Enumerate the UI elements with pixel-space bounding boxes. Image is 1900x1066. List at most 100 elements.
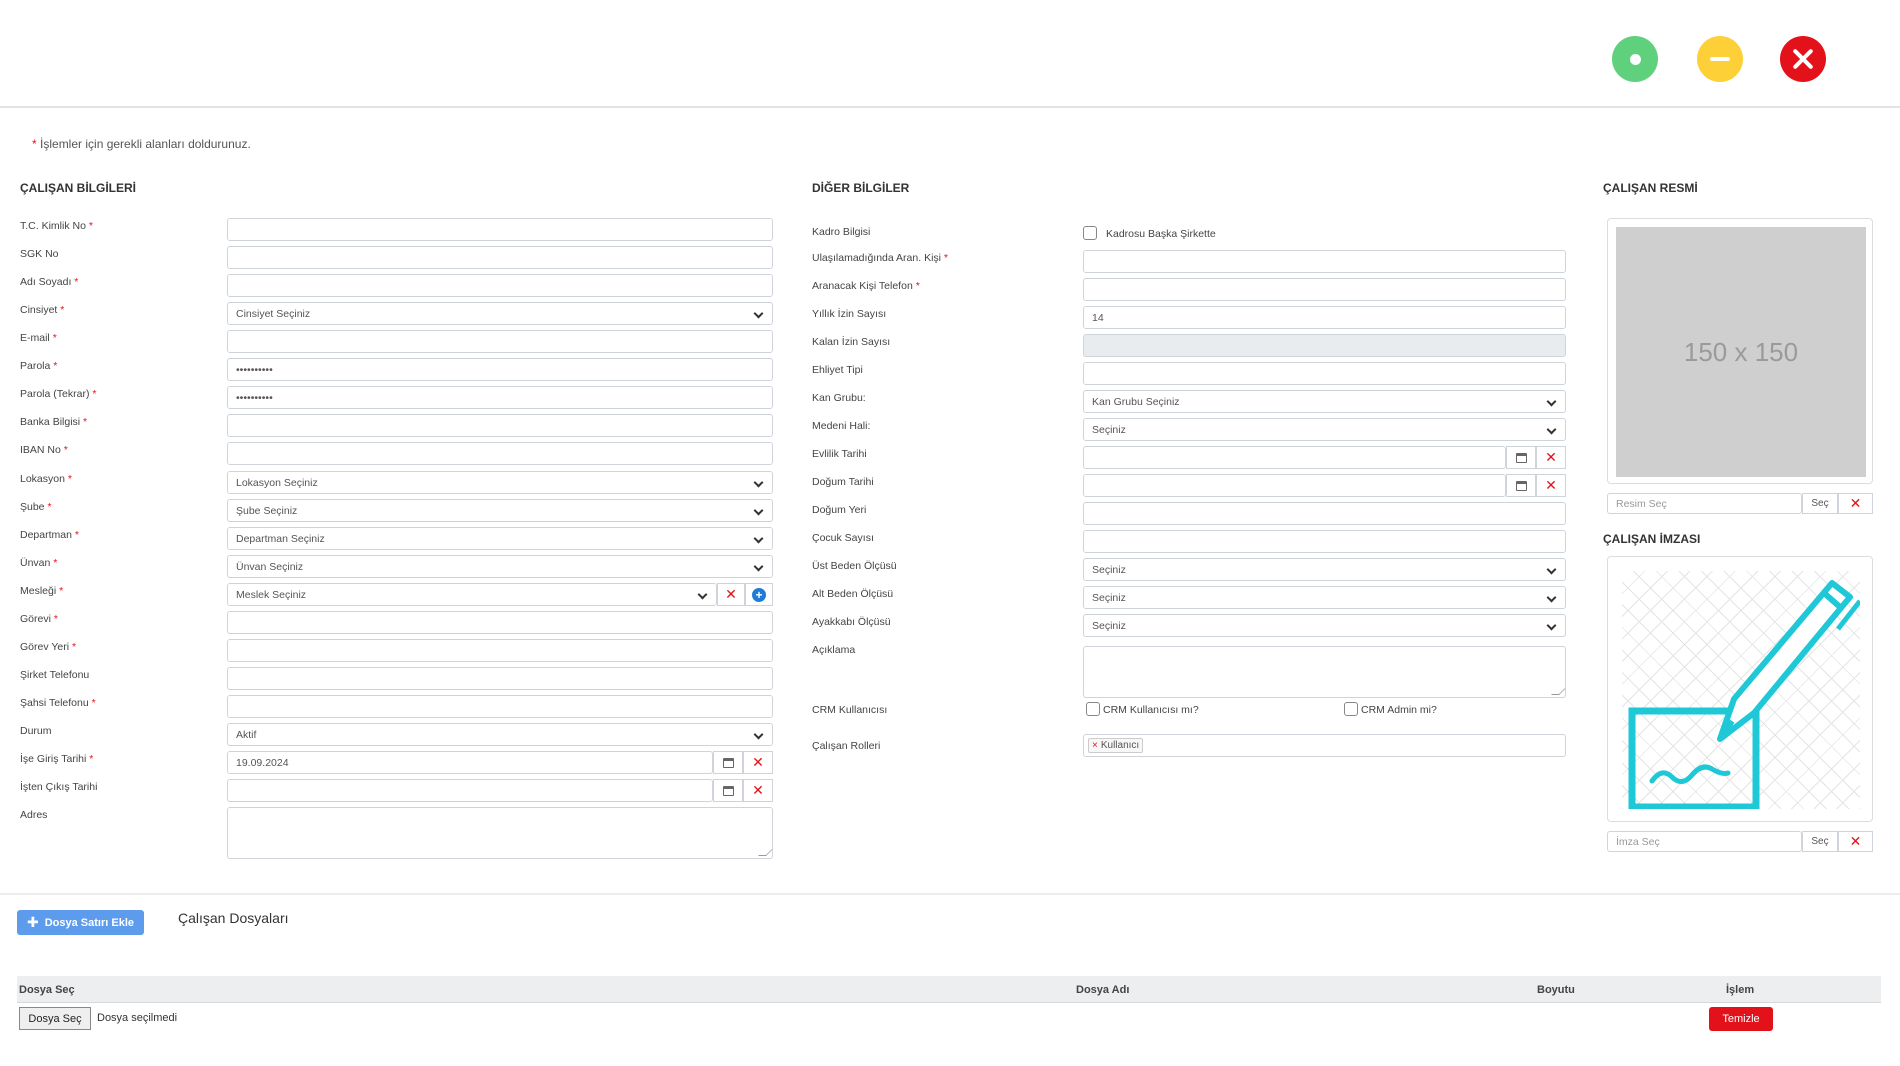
field-label-text: Adı Soyadı xyxy=(20,276,72,288)
sube-select[interactable]: Şube Seçiniz xyxy=(227,499,773,522)
adi-soyadi-input[interactable] xyxy=(227,274,773,297)
calendar-icon xyxy=(722,757,734,768)
photo-placeholder: 150 x 150 xyxy=(1616,227,1866,477)
ise-giris-tarihi-input[interactable]: 19.09.2024 xyxy=(227,751,713,774)
maximize-button[interactable] xyxy=(1612,36,1658,82)
iban-no-input[interactable] xyxy=(227,442,773,465)
calendar-button[interactable] xyxy=(1506,446,1536,469)
photo-choose-button[interactable]: Seç xyxy=(1802,493,1838,514)
ust-beden-olcusu-select[interactable]: Seçiniz xyxy=(1083,558,1566,581)
photo-clear-button[interactable]: ✕ xyxy=(1838,493,1873,514)
crm-user-checkbox[interactable] xyxy=(1086,702,1100,716)
ehliyet-tipi-input[interactable] xyxy=(1083,362,1566,385)
lokasyon-select[interactable]: Lokasyon Seçiniz xyxy=(227,471,773,494)
sahsi-telefonu-input[interactable] xyxy=(227,695,773,718)
clear-date-button[interactable]: ✕ xyxy=(743,751,773,774)
evlilik-tarihi-input[interactable] xyxy=(1083,446,1506,469)
kan-grubu-select[interactable]: Kan Grubu Seçiniz xyxy=(1083,390,1566,413)
required-star: * xyxy=(943,252,948,264)
window-header xyxy=(0,0,1900,108)
column-header: Boyutu xyxy=(1537,984,1575,996)
aranacak-kisi-telefon-input[interactable] xyxy=(1083,278,1566,301)
clear-profession-button[interactable]: ✕ xyxy=(717,583,745,606)
photo-file-input[interactable]: Resim Seç xyxy=(1607,493,1802,514)
dogum-tarihi-input[interactable] xyxy=(1083,474,1506,497)
unvan-select[interactable]: Ünvan Seçiniz xyxy=(227,555,773,578)
crm-admin-checkbox[interactable] xyxy=(1344,702,1358,716)
select-value: Meslek Seçiniz xyxy=(236,588,307,601)
field-label-text: Departman xyxy=(20,529,72,541)
required-star: * xyxy=(89,753,94,765)
medeni-hali-select[interactable]: Seçiniz xyxy=(1083,418,1566,441)
chevron-down-icon xyxy=(1546,620,1557,631)
gorevi-input[interactable] xyxy=(227,611,773,634)
field-label-text: Görev Yeri xyxy=(20,641,70,653)
field-label: Ehliyet Tipi xyxy=(812,364,863,376)
required-star: * xyxy=(52,332,57,344)
clear-date-button[interactable]: ✕ xyxy=(743,779,773,802)
staff-other-company-checkbox[interactable] xyxy=(1083,226,1097,240)
close-icon: ✕ xyxy=(1545,449,1557,465)
chevron-down-icon xyxy=(697,589,708,600)
dogum-yeri-input[interactable] xyxy=(1083,502,1566,525)
field-label: İşe Giriş Tarihi * xyxy=(20,753,93,765)
field-label-text: Parola xyxy=(20,360,51,372)
field-label: Ayakkabı Ölçüsü xyxy=(812,616,891,628)
departman-select[interactable]: Departman Seçiniz xyxy=(227,527,773,550)
remove-tag-icon[interactable]: × xyxy=(1092,740,1098,751)
cinsiyet-select[interactable]: Cinsiyet Seçiniz xyxy=(227,302,773,325)
clear-date-button[interactable]: ✕ xyxy=(1536,446,1566,469)
field-label-text: Durum xyxy=(20,725,52,737)
ayakkabi-olcusu-select[interactable]: Seçiniz xyxy=(1083,614,1566,637)
e-mail-input[interactable] xyxy=(227,330,773,353)
durum-select[interactable]: Aktif xyxy=(227,723,773,746)
banka-bilgisi-input[interactable] xyxy=(227,414,773,437)
parola-input[interactable]: •••••••••• xyxy=(227,358,773,381)
field-label-text: Açıklama xyxy=(812,644,856,656)
calendar-button[interactable] xyxy=(1506,474,1536,497)
alt-beden-olcusu-select[interactable]: Seçiniz xyxy=(1083,586,1566,609)
calendar-button[interactable] xyxy=(713,779,743,802)
calendar-button[interactable] xyxy=(713,751,743,774)
aciklama-textarea[interactable] xyxy=(1083,646,1566,698)
sirket-telefonu-input[interactable] xyxy=(227,667,773,690)
minimize-button[interactable] xyxy=(1697,36,1743,82)
field-label: Banka Bilgisi * xyxy=(20,416,87,428)
resize-grip-icon xyxy=(1551,687,1565,695)
select-value: Seçiniz xyxy=(1092,563,1126,576)
close-button[interactable] xyxy=(1780,36,1826,82)
add-file-row-button[interactable]: ✚ Dosya Satırı Ekle xyxy=(17,910,144,935)
signature-clear-button[interactable]: ✕ xyxy=(1838,831,1873,852)
clear-date-button[interactable]: ✕ xyxy=(1536,474,1566,497)
field-label-text: Mesleği xyxy=(20,585,57,597)
gorev-yeri-input[interactable] xyxy=(227,639,773,662)
cocuk-sayisi-input[interactable] xyxy=(1083,530,1566,553)
choose-file-button[interactable]: Dosya Seç xyxy=(19,1007,91,1030)
signature-file-input[interactable]: İmza Seç xyxy=(1607,831,1802,852)
meslegi-select[interactable]: Meslek Seçiniz xyxy=(227,583,717,606)
yillik-izin-sayisi-input[interactable]: 14 xyxy=(1083,306,1566,329)
field-label: Lokasyon * xyxy=(20,473,72,485)
signature-choose-button[interactable]: Seç xyxy=(1802,831,1838,852)
parola-tekrar-input[interactable]: •••••••••• xyxy=(227,386,773,409)
adres-textarea[interactable] xyxy=(227,807,773,859)
ulasilamadiginda-aran-kisi-input[interactable] xyxy=(1083,250,1566,273)
required-star: * xyxy=(59,585,64,597)
isten-cikis-tarihi-input[interactable] xyxy=(227,779,713,802)
field-label: Görev Yeri * xyxy=(20,641,76,653)
field-label-text: İşe Giriş Tarihi xyxy=(20,753,87,765)
chevron-down-icon xyxy=(753,477,764,488)
select-value: Kan Grubu Seçiniz xyxy=(1092,395,1180,408)
sgk-no-input[interactable] xyxy=(227,246,773,269)
chevron-down-icon xyxy=(753,533,764,544)
select-value: Lokasyon Seçiniz xyxy=(236,476,318,489)
column-header: İşlem xyxy=(1726,984,1755,996)
t-c-kimlik-no-input[interactable] xyxy=(227,218,773,241)
chevron-down-icon xyxy=(753,505,764,516)
field-label-text: Şahsi Telefonu xyxy=(20,697,89,709)
employee-roles-input[interactable]: × Kullanıcı xyxy=(1083,734,1566,757)
required-star: * xyxy=(53,557,58,569)
clear-button[interactable]: Temizle xyxy=(1709,1007,1773,1031)
add-profession-button[interactable]: + xyxy=(745,583,773,606)
field-label-text: Cinsiyet xyxy=(20,304,58,316)
